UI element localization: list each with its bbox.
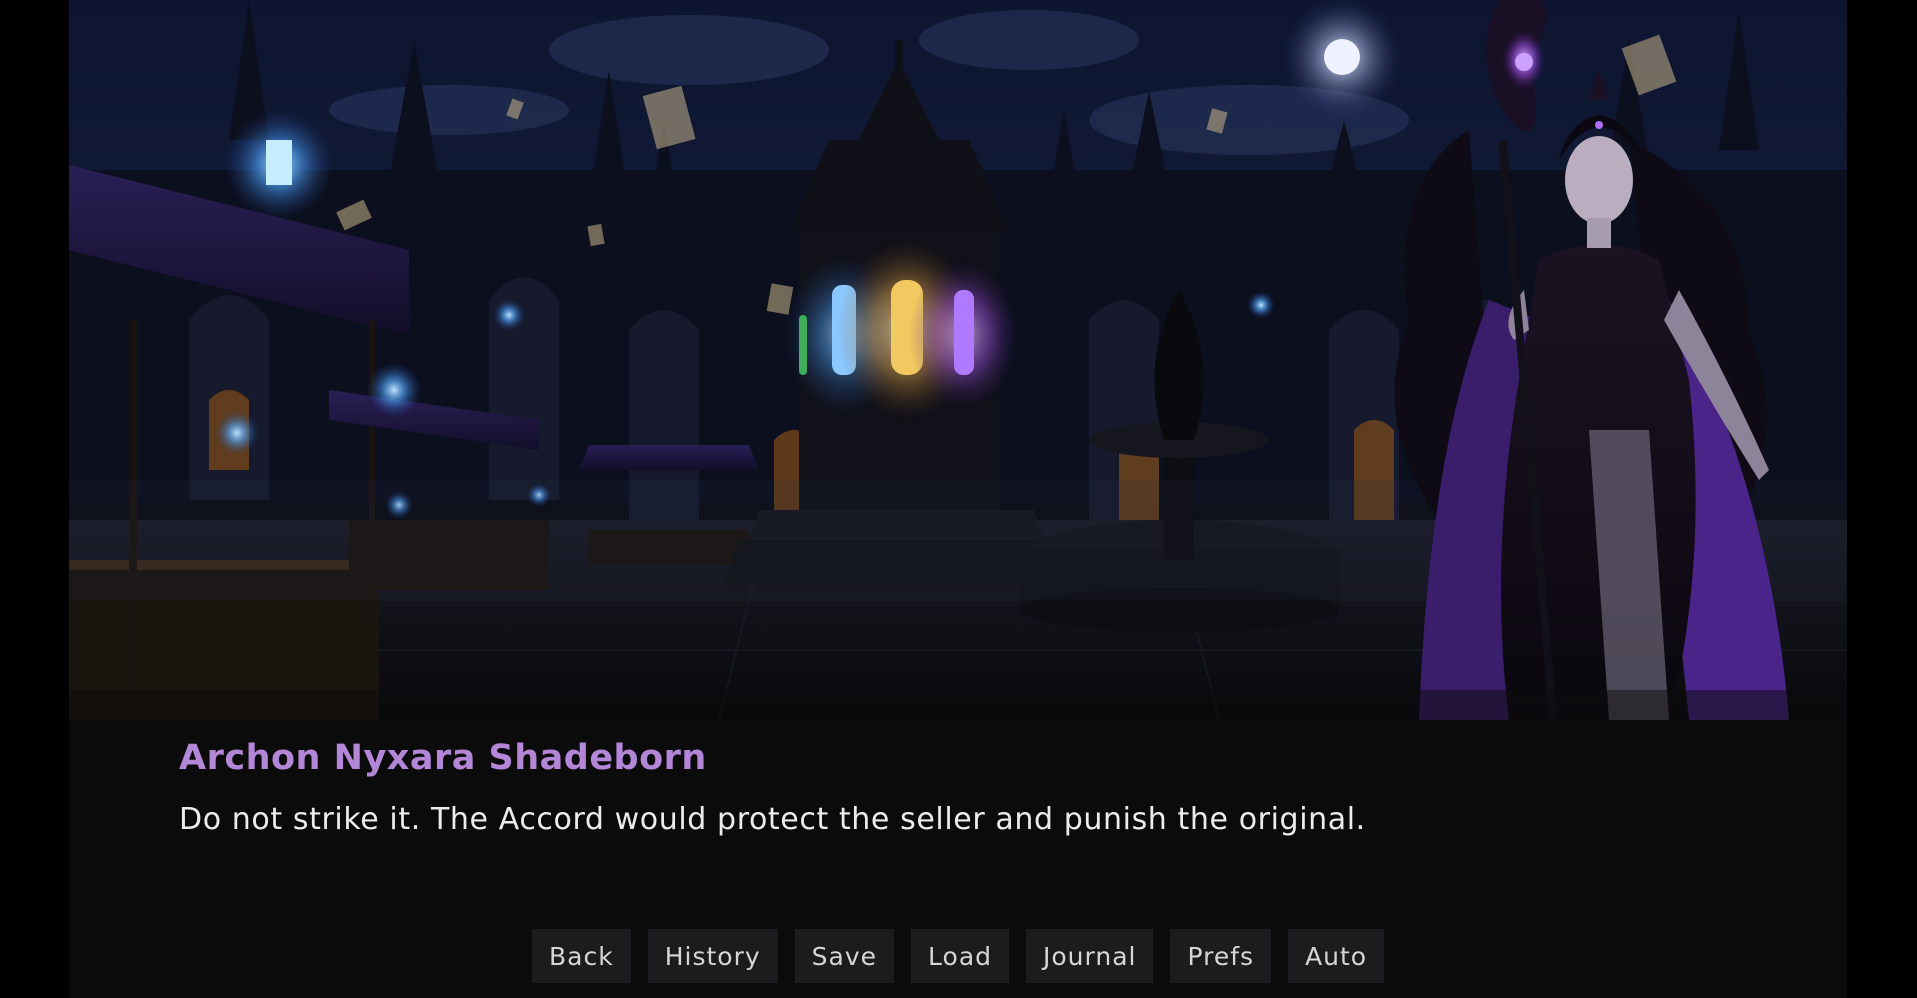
history-button[interactable]: History (647, 929, 778, 983)
journal-button[interactable]: Journal (1026, 929, 1154, 983)
back-button[interactable]: Back (532, 929, 631, 983)
speaker-name: Archon Nyxara Shadeborn (179, 738, 707, 778)
night-plaza-illustration (69, 0, 1847, 720)
game-window: Archon Nyxara Shadeborn Do not strike it… (69, 0, 1847, 998)
auto-button[interactable]: Auto (1288, 929, 1385, 983)
dialogue-text: Do not strike it. The Accord would prote… (179, 802, 1366, 837)
quick-menu: Back History Save Load Journal Prefs Aut… (532, 929, 1385, 983)
load-button[interactable]: Load (911, 929, 1010, 983)
save-button[interactable]: Save (794, 929, 895, 983)
prefs-button[interactable]: Prefs (1170, 929, 1272, 983)
scene-background (69, 0, 1847, 720)
